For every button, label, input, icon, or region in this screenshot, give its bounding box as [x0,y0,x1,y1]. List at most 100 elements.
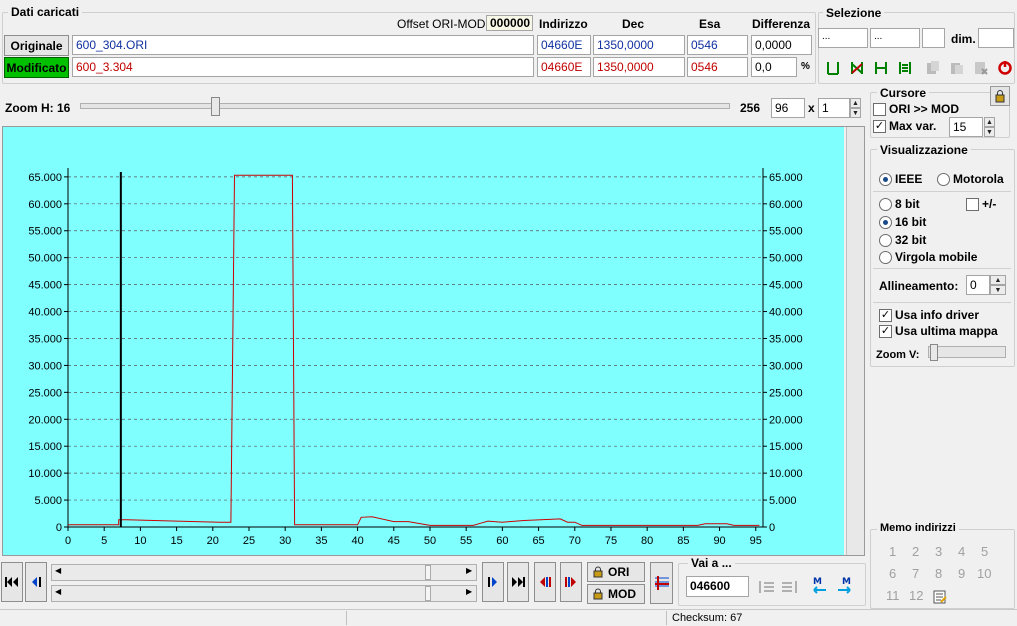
max-var-label: Max var. [889,119,937,133]
mod-scroll-thumb[interactable] [425,586,431,601]
next-diff-button[interactable] [560,562,582,602]
max-var-field[interactable]: 15 [949,117,983,137]
paste-icon[interactable] [947,58,967,78]
ori-scroll-left-icon[interactable]: ◀ [55,566,61,575]
bit8-radio[interactable] [879,198,892,211]
select-start-icon[interactable] [823,58,843,78]
ori-mod-checkbox[interactable] [873,103,886,116]
ori-lock-icon [593,566,603,578]
x-tick-label: 50 [424,535,436,547]
memo-item-1[interactable]: 1 [889,544,896,559]
ori-scroll-right-icon[interactable]: ▶ [466,566,472,575]
ori-scrollbar[interactable] [51,564,477,581]
ori-mod-label: ORI >> MOD [889,102,960,116]
ori-lock-button[interactable]: ORI [587,562,645,582]
lock-icon[interactable] [990,86,1010,106]
select-e-icon[interactable] [895,58,915,78]
delete-icon[interactable] [971,58,991,78]
max-var-spin-up[interactable]: ▲ [984,117,995,127]
memo-item-9[interactable]: 9 [958,566,965,581]
modified-hex-field[interactable]: 0546 [687,57,748,77]
memo-item-8[interactable]: 8 [935,566,942,581]
goto-field[interactable]: 046600 [686,576,749,597]
mod-lock-button[interactable]: MOD [587,584,645,604]
loaded-data-title: Dati caricati [8,5,83,19]
original-button[interactable]: Originale [4,35,69,56]
original-hex-field[interactable]: 0546 [687,35,748,55]
y-tick-label-left: 60.000 [28,199,62,211]
memo-item-10[interactable]: 10 [977,566,991,581]
goto-prev-mark-icon[interactable] [757,577,777,597]
memo-item-11[interactable]: 11 [886,588,900,603]
header-indirizzo: Indirizzo [539,17,588,31]
chart-vscroll[interactable] [846,127,864,555]
modified-diff-field: 0,0 [751,57,797,77]
prev-diff-button[interactable] [534,562,556,602]
reset-icon[interactable] [995,58,1015,78]
mod-scrollbar[interactable] [51,585,477,602]
ori-scroll-thumb[interactable] [425,565,431,580]
offset-label: Offset ORI-MOD [397,17,486,31]
ieee-radio[interactable] [879,173,892,186]
next-block-button[interactable] [482,562,504,602]
bit32-radio[interactable] [879,234,892,247]
mod-scroll-right-icon[interactable]: ▶ [466,587,472,596]
plusminus-checkbox[interactable] [966,198,979,211]
bit16-radio[interactable] [879,216,892,229]
zoom-h-value-field[interactable]: 96 [771,98,805,118]
float-radio[interactable] [879,251,892,264]
copy-icon[interactable] [923,58,943,78]
modified-file-field[interactable]: 600_3.304 [72,57,534,77]
original-dec-field[interactable]: 1350,0000 [593,35,685,55]
selection-extra-field[interactable] [922,28,945,48]
original-address-field[interactable]: 04660E [537,35,591,55]
memo-item-6[interactable]: 6 [889,566,896,581]
goto-m-right-icon[interactable]: M [835,575,855,595]
selection-end-field[interactable]: ... [870,28,920,48]
zoom-h-slider[interactable] [210,97,220,116]
motorola-radio[interactable] [937,173,950,186]
zoom-h-spin-down[interactable]: ▼ [850,108,861,118]
selection-start-field[interactable]: ... [818,28,868,48]
float-label: Virgola mobile [895,250,978,264]
align-spin-up[interactable]: ▲ [990,275,1006,285]
original-file-field[interactable]: 600_304.ORI [72,35,534,55]
y-tick-label-right: 20.000 [769,414,803,426]
memo-item-5[interactable]: 5 [981,544,988,559]
modified-address-field[interactable]: 04660E [537,57,591,77]
memo-item-4[interactable]: 4 [958,544,965,559]
last-button[interactable] [507,562,529,602]
align-spin-down[interactable]: ▼ [990,285,1006,295]
goto-title: Vai a ... [688,556,735,570]
goto-m-left-icon[interactable]: M [809,575,829,595]
first-button[interactable] [1,562,23,602]
align-field[interactable]: 0 [966,275,990,295]
mod-scroll-left-icon[interactable]: ◀ [55,587,61,596]
modified-dec-field[interactable]: 1350,0000 [593,57,685,77]
select-h-icon[interactable] [871,58,891,78]
memo-item-12[interactable]: 12 [909,588,923,603]
zoom-h-mult-field[interactable]: 1 [818,98,850,118]
max-var-checkbox[interactable]: ✓ [873,120,886,133]
memo-edit-icon[interactable] [930,587,950,607]
modified-button[interactable]: Modificato [4,57,69,78]
x-tick-label: 5 [101,535,107,547]
select-cross-icon[interactable] [847,58,867,78]
memo-item-7[interactable]: 7 [912,566,919,581]
zoom-h-spin-up[interactable]: ▲ [850,98,861,108]
max-var-spin-down[interactable]: ▼ [984,127,995,137]
y-tick-label-left: 40.000 [28,307,62,319]
memo-item-2[interactable]: 2 [912,544,919,559]
usa-driver-checkbox[interactable]: ✓ [879,309,892,322]
prev-block-button[interactable] [25,562,47,602]
chart-plot[interactable]: 0 05.000 5.00010.000 10.00015.000 15.00020.0… [3,127,844,555]
table-view-button[interactable] [650,562,673,604]
dim-field[interactable] [978,28,1014,48]
x-tick-label: 75 [605,535,617,547]
goto-next-mark-icon[interactable] [779,577,799,597]
dim-label: dim. [951,32,976,46]
zoom-v-slider[interactable] [930,344,938,361]
checksum-label: Checksum: 67 [672,612,743,624]
usa-mappa-checkbox[interactable]: ✓ [879,325,892,338]
memo-item-3[interactable]: 3 [935,544,942,559]
